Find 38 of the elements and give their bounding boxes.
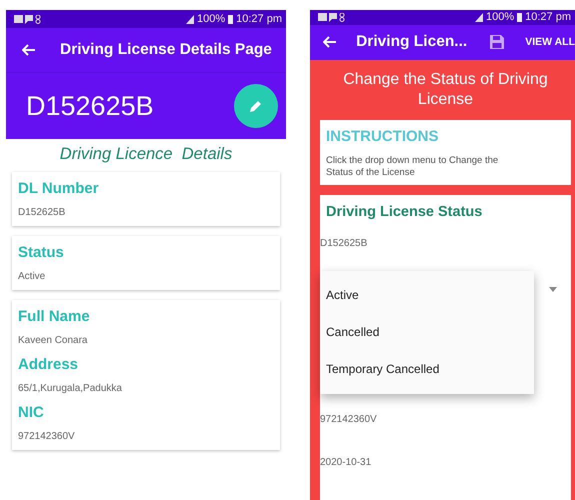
instructions-title: INSTRUCTIONS: [326, 128, 440, 145]
battery-icon: [228, 14, 234, 24]
app-bar-title: Driving License Details Page: [60, 41, 272, 59]
instructions-text: Click the drop down menu to Change the Status of the License: [326, 155, 500, 179]
field-label: NIC: [18, 404, 45, 421]
status-card-title: Driving License Status: [325, 204, 484, 220]
back-arrow-icon: [22, 44, 36, 56]
section-title: Driving Licence Details: [58, 145, 234, 164]
dropdown-option[interactable]: Temporary Cancelled: [320, 351, 534, 388]
dropdown-caret-icon: [549, 287, 557, 292]
field-value: D152625B: [18, 207, 66, 218]
view-all-button[interactable]: VIEW ALL: [525, 36, 575, 48]
field-label: Status: [18, 244, 65, 261]
field-value: Kaveen Conara: [18, 335, 88, 346]
field-value: 65/1,Kurugala,Padukka: [18, 383, 123, 394]
app-bar-title: Driving Licen...: [356, 33, 468, 52]
field-value: Active: [18, 271, 46, 282]
dropdown-option[interactable]: Active: [320, 277, 534, 314]
battery-percentage: 100%: [196, 13, 226, 25]
field-value: 2020-10-31: [320, 457, 372, 468]
dropdown-option[interactable]: Cancelled: [320, 314, 534, 351]
signal-icon: [474, 12, 483, 22]
field-value: 972142360V: [18, 431, 76, 442]
license-number: D152625B: [320, 238, 368, 249]
field-value: 972142360V: [320, 414, 378, 425]
field-label: DL Number: [18, 180, 100, 197]
field-label: Address: [18, 356, 80, 373]
pencil-icon: [249, 99, 263, 113]
field-label: Full Name: [18, 308, 91, 325]
license-number: D152625B: [26, 90, 154, 122]
battery-icon: [517, 12, 522, 22]
page-heading: Change the Status of Driving License: [342, 70, 549, 110]
edit-button[interactable]: [234, 84, 278, 128]
signal-icon: [186, 14, 194, 24]
back-arrow-icon: [323, 36, 338, 48]
battery-percentage: 100%: [486, 11, 514, 24]
clock-time: 10:27 pm: [525, 11, 571, 24]
clock-time: 10:27 pm: [236, 13, 282, 25]
